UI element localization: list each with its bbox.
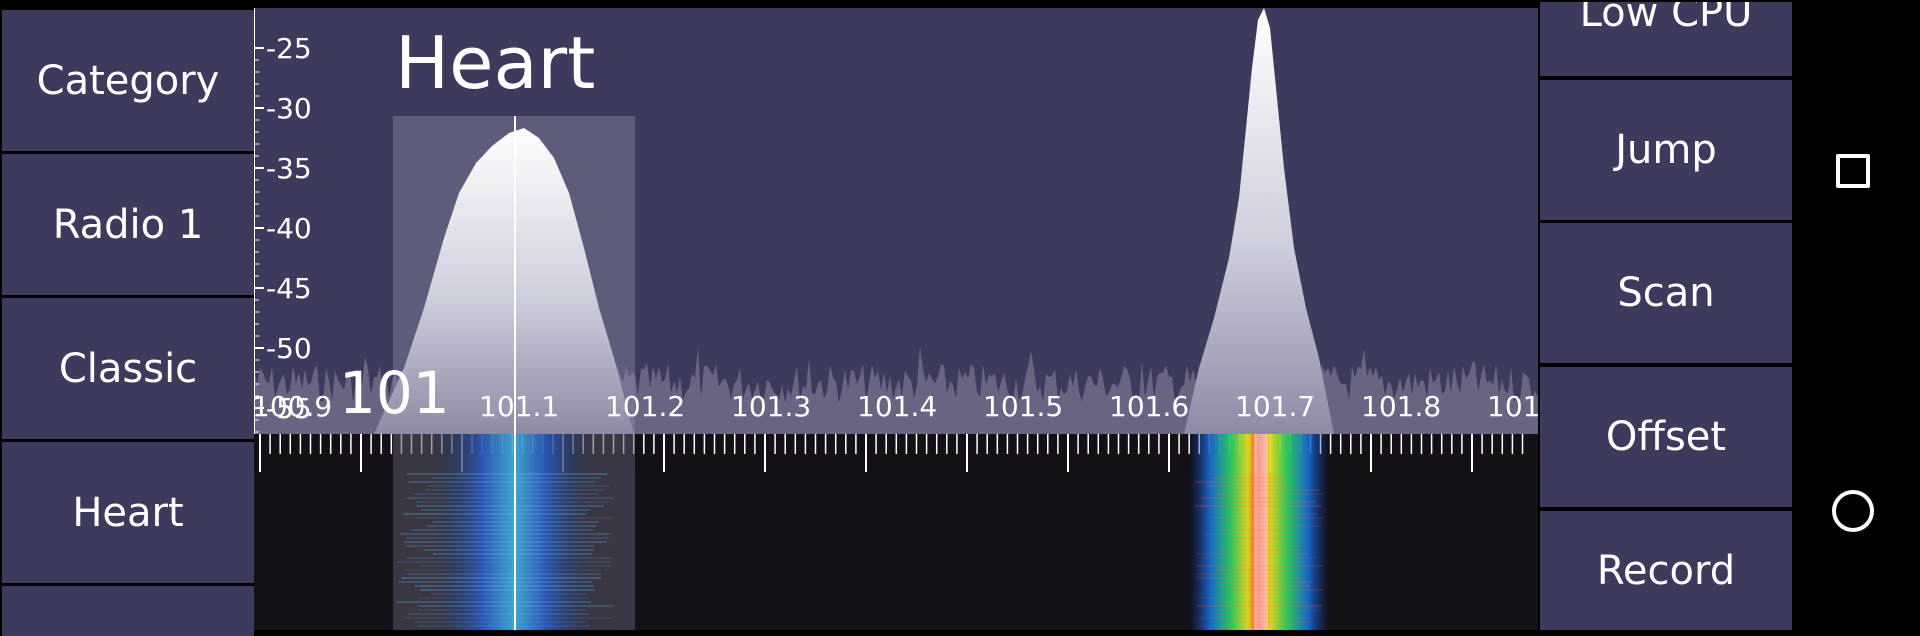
jump-button[interactable]: Jump — [1540, 80, 1792, 220]
freq-tick-label: 101.1 — [479, 390, 559, 423]
left-menu: Category Radio 1 Classic Heart — [0, 8, 254, 636]
radio-1-button[interactable]: Radio 1 — [2, 154, 254, 295]
freq-tick-label: 100.9 — [254, 390, 332, 423]
freq-tick-label: 101.6 — [1109, 390, 1189, 423]
freq-tick-label: 101.4 — [857, 390, 937, 423]
more-button[interactable] — [2, 586, 254, 636]
circle-icon[interactable] — [1832, 490, 1874, 532]
db-tick-label: -30 — [266, 92, 312, 125]
jump-label: Jump — [1615, 127, 1717, 173]
spectrum-svg: -25-30-35-40-45-50-55 100.9 101.1 101.2 101… — [254, 8, 1538, 434]
category-label: Category — [36, 57, 220, 104]
offset-button[interactable]: Offset — [1540, 367, 1792, 507]
low-cpu-label: Low CPU — [1579, 2, 1753, 36]
navigation-bar — [1794, 0, 1920, 630]
scan-button[interactable]: Scan — [1540, 223, 1792, 363]
low-cpu-button[interactable]: Low CPU — [1540, 2, 1792, 76]
waterfall-svg — [254, 434, 1538, 630]
record-label: Record — [1596, 547, 1736, 594]
classic-button[interactable]: Classic — [2, 298, 254, 439]
record-button[interactable]: Record — [1540, 511, 1792, 630]
db-tick-label: -40 — [266, 212, 312, 245]
freq-tick-label: 101.8 — [1361, 390, 1441, 423]
radio-1-label: Radio 1 — [52, 201, 204, 248]
right-menu: Low CPU Jump Scan Offset Record — [1538, 2, 1794, 630]
freq-tick-label: 101.3 — [731, 390, 811, 423]
waterfall-panel[interactable] — [254, 434, 1538, 630]
freq-tick-label: 101. — [1487, 390, 1538, 423]
signal-peak-2 — [1184, 8, 1334, 434]
freq-tick-label: 101.7 — [1235, 390, 1315, 423]
category-button[interactable]: Category — [2, 10, 254, 151]
square-icon[interactable] — [1836, 154, 1870, 188]
scan-label: Scan — [1617, 270, 1715, 316]
heart-button[interactable]: Heart — [2, 442, 254, 583]
offset-label: Offset — [1605, 414, 1727, 460]
db-tick-label: -50 — [266, 332, 312, 365]
station-label: Heart — [395, 21, 595, 105]
db-tick-label: -25 — [266, 32, 312, 65]
db-tick-label: -45 — [266, 272, 312, 305]
big-freq-label: 101 — [339, 359, 450, 427]
freq-tick-label: 101.2 — [605, 390, 685, 423]
heart-label: Heart — [72, 489, 184, 536]
freq-tick-label: 101.5 — [983, 390, 1063, 423]
classic-label: Classic — [58, 345, 198, 392]
spectrum-panel[interactable]: -25 -30 -35 -40 -45 -50 -55 100.9 101.1 101.2 101… — [254, 8, 1538, 434]
db-tick-label: -35 — [266, 152, 312, 185]
